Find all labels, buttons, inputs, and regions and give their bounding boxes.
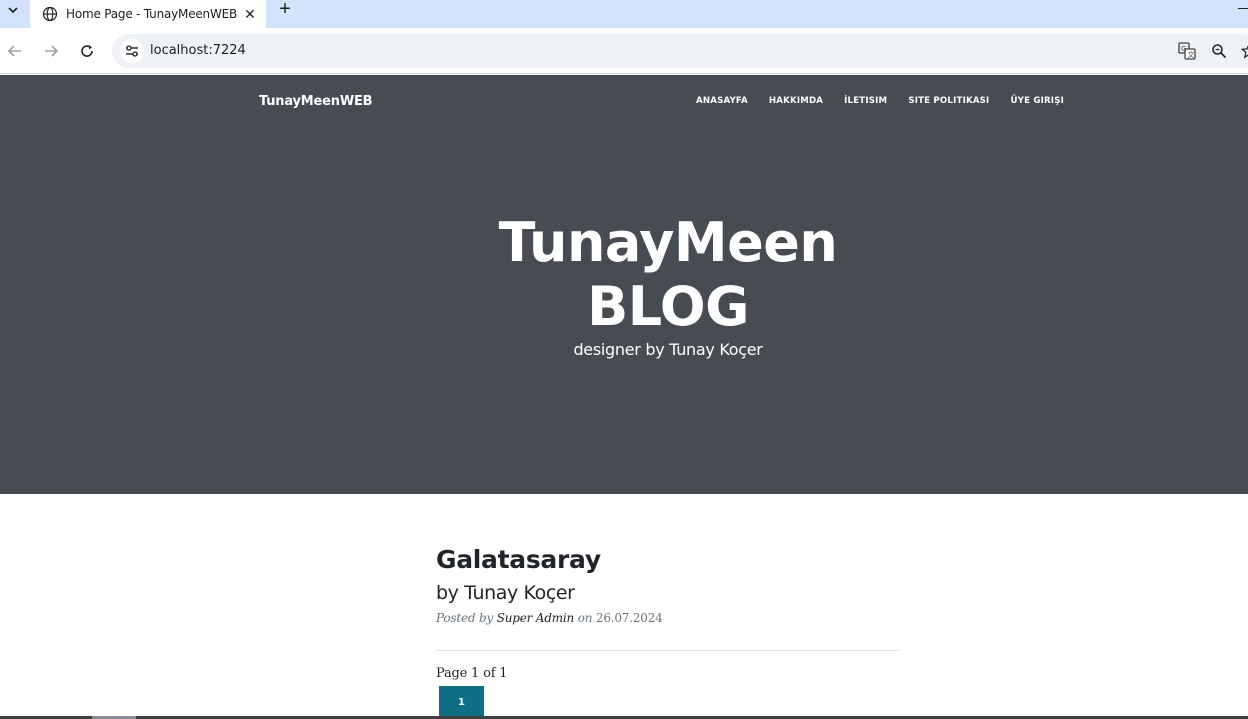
on-label: on [577, 611, 593, 625]
back-button[interactable] [3, 39, 27, 63]
hero-heading-line2: BLOG [587, 275, 749, 338]
tab-home-page[interactable]: Home Page - TunayMeenWEB ✕ [30, 0, 266, 28]
hero-heading-line1: TunayMeen [498, 211, 838, 274]
nav-link-anasayfa[interactable]: ANASAYFA [696, 96, 748, 106]
post-date: 26.07.2024 [595, 611, 663, 625]
post-subtitle[interactable]: by Tunay Koçer [436, 580, 899, 606]
tab-title: Home Page - TunayMeenWEB [66, 7, 238, 21]
svg-text:文: 文 [1188, 50, 1195, 59]
star-icon [1241, 45, 1248, 59]
site-info-button[interactable] [120, 39, 144, 63]
forward-button[interactable] [39, 39, 63, 63]
translate-icon: G文 [1178, 42, 1196, 60]
bookmark-button[interactable] [1238, 40, 1248, 62]
tab-search-button[interactable] [0, 0, 26, 20]
tab-strip: Home Page - TunayMeenWEB ✕ + [0, 0, 1248, 28]
site-brand[interactable]: TunayMeenWEB [259, 94, 373, 109]
nav-link-iletisim[interactable]: İLETISIM [844, 96, 887, 106]
nav-link-site-politikasi[interactable]: SITE POLITIKASI [908, 96, 989, 106]
minimize-button[interactable] [1236, 0, 1248, 16]
post-author[interactable]: Super Admin [497, 611, 575, 625]
reload-button[interactable] [75, 39, 99, 63]
svg-text:G: G [1181, 45, 1186, 53]
zoom-button[interactable] [1208, 40, 1230, 62]
browser-toolbar: localhost:7224 G文 [0, 28, 1248, 74]
chevron-down-icon [8, 7, 18, 14]
page-button-1[interactable]: 1 [439, 686, 484, 719]
post-title[interactable]: Galatasaray [436, 543, 899, 577]
reload-icon [81, 45, 93, 57]
masthead: TunayMeenWEB ANASAYFA HAKKIMDA İLETISIM … [0, 75, 1248, 494]
close-icon[interactable]: ✕ [240, 4, 260, 24]
pager-text: Page 1 of 1 [436, 666, 508, 681]
posted-by-label: Posted by [436, 611, 494, 625]
divider [436, 650, 899, 651]
address-bar[interactable]: localhost:7224 G文 [112, 34, 1248, 68]
new-tab-button[interactable]: + [274, 0, 296, 20]
post-preview[interactable]: Galatasaray by Tunay Koçer Posted by Sup… [436, 543, 899, 626]
hero-subheading: designer by Tunay Koçer [573, 340, 763, 359]
main-nav: ANASAYFA HAKKIMDA İLETISIM SITE POLITIKA… [696, 96, 1064, 106]
globe-icon [42, 6, 58, 22]
nav-link-hakkimda[interactable]: HAKKIMDA [769, 96, 823, 106]
url-text: localhost:7224 [150, 43, 246, 58]
forward-icon [45, 45, 59, 57]
zoom-icon [1212, 44, 1227, 59]
hero-heading: TunayMeen BLOG [0, 211, 1248, 339]
post-meta: Posted by Super Admin on 26.07.2024 [436, 610, 899, 626]
translate-button[interactable]: G文 [1176, 40, 1198, 62]
site-info-icon [126, 45, 138, 57]
back-icon [7, 45, 21, 57]
nav-link-uye-girisi[interactable]: ÜYE GIRIŞI [1010, 96, 1064, 106]
